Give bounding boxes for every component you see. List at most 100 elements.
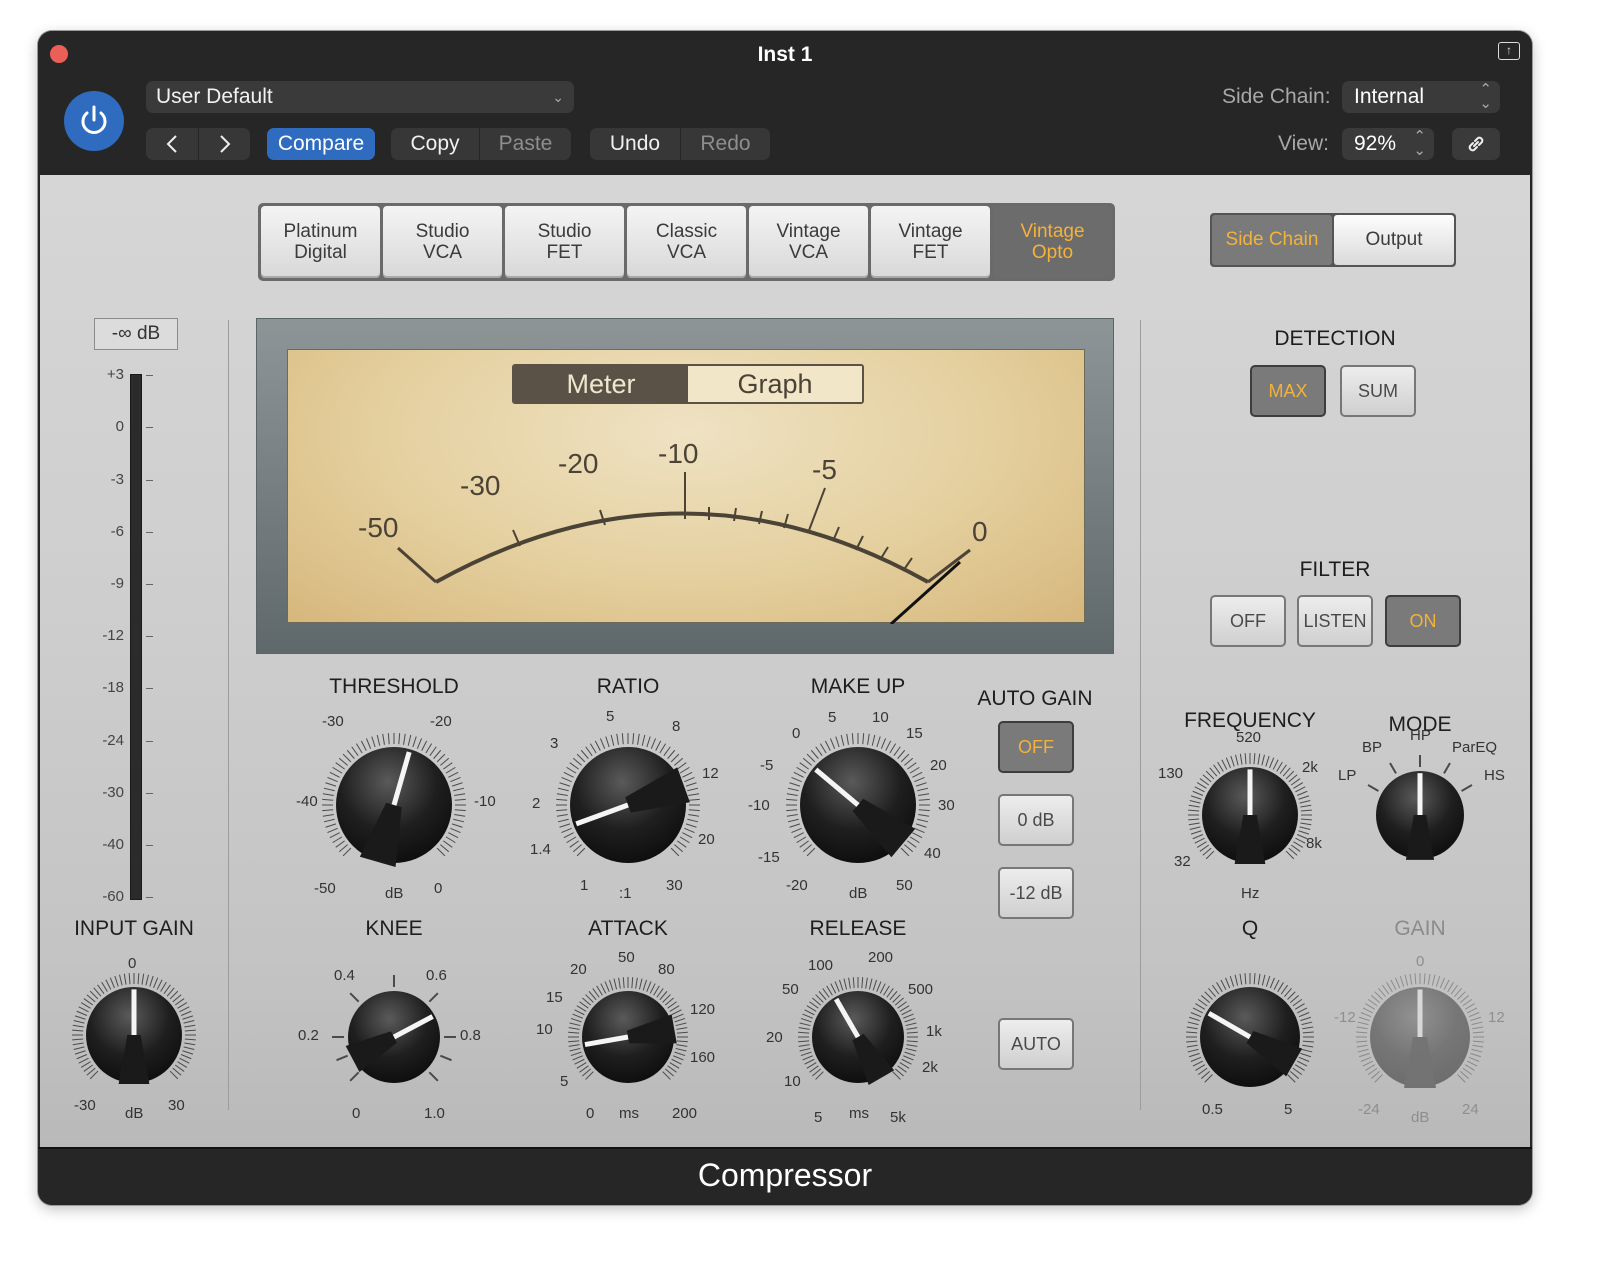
- auto-gain-off-button[interactable]: OFF: [998, 721, 1074, 773]
- knob-scale-tick: [429, 746, 437, 756]
- copy-button[interactable]: Copy: [391, 128, 479, 160]
- filter-listen-button[interactable]: LISTEN: [1297, 595, 1373, 647]
- knob-scale-tick: [918, 793, 930, 796]
- frequency-knob[interactable]: [1184, 749, 1316, 881]
- knob-scale-tick: [679, 766, 690, 774]
- knob-scale-tick: [868, 978, 873, 990]
- model-tab-studio-vca[interactable]: Studio VCA: [383, 206, 502, 278]
- sidechain-select[interactable]: Internal ⌃ ⌄: [1342, 81, 1500, 113]
- knob-tick-label: 10: [784, 1073, 801, 1090]
- knob-scale-tick: [327, 776, 338, 783]
- knob-scale-tick: [1457, 1074, 1466, 1083]
- redo-button[interactable]: Redo: [680, 128, 770, 160]
- knob-scale-tick: [1423, 973, 1426, 985]
- knob-scale-tick: [1390, 979, 1397, 991]
- knob-scale-tick: [1197, 1067, 1208, 1076]
- view-zoom-select[interactable]: 92% ⌃ ⌄: [1342, 128, 1434, 160]
- filter-on-button[interactable]: ON: [1385, 595, 1461, 647]
- input-gain-knob[interactable]: [68, 969, 200, 1101]
- knob-tick-label: 50: [782, 981, 799, 998]
- expand-icon[interactable]: ↑: [1498, 42, 1520, 60]
- knob-scale-tick: [342, 847, 352, 857]
- mode-knob[interactable]: [1358, 753, 1482, 877]
- model-tab-vintage-vca[interactable]: Vintage VCA: [749, 206, 868, 278]
- knob-scale-tick: [829, 738, 836, 749]
- sidechain-label: Side Chain:: [1222, 85, 1331, 108]
- make-up-knob[interactable]: [782, 729, 934, 881]
- auto-gain-0db-button[interactable]: 0 dB: [998, 794, 1074, 846]
- link-button[interactable]: [1452, 128, 1500, 160]
- detection-max-button[interactable]: MAX: [1250, 365, 1326, 417]
- knob-scale-tick: [671, 1009, 682, 1016]
- auto-release-button[interactable]: AUTO: [998, 1018, 1074, 1070]
- knob-scale-tick: [1367, 998, 1378, 1007]
- knob-scale-tick: [791, 776, 802, 783]
- preset-nav: [146, 128, 250, 160]
- knob-scale-tick: [109, 977, 115, 989]
- detection-label: DETECTION: [1274, 327, 1396, 350]
- detection-sum-button[interactable]: SUM: [1340, 365, 1416, 417]
- threshold-knob[interactable]: [318, 729, 470, 881]
- knob-scale-tick: [905, 1047, 917, 1052]
- window-title: Inst 1: [757, 43, 813, 66]
- model-tab-vintage-opto[interactable]: Vintage Opto: [993, 206, 1112, 278]
- knob-scale-tick: [826, 985, 833, 996]
- knob-scale-tick: [74, 1050, 86, 1055]
- knob-scale-tick: [613, 978, 618, 990]
- meter-scale-tick: [146, 375, 153, 376]
- vu-scale-label: -20: [558, 448, 599, 479]
- model-tab-classic-vca[interactable]: Classic VCA: [627, 206, 746, 278]
- model-tab-studio-fet[interactable]: Studio FET: [505, 206, 624, 278]
- previous-preset-button[interactable]: [146, 128, 198, 160]
- knob-scale-tick: [897, 1001, 907, 1009]
- knob-scale-tick: [1188, 804, 1200, 808]
- knob-scale-tick: [1220, 979, 1227, 991]
- knob-scale-tick: [559, 823, 571, 828]
- model-tab-platinum-digital[interactable]: Platinum Digital: [261, 206, 380, 278]
- ratio-knob[interactable]: [552, 729, 704, 881]
- knob-scale-tick: [332, 836, 343, 844]
- input-level-meter: [130, 374, 142, 900]
- knob-scale-tick: [901, 1058, 912, 1065]
- tab-output[interactable]: Output: [1334, 215, 1454, 265]
- power-button[interactable]: [64, 91, 124, 151]
- knob-tick-label: ParEQ: [1452, 739, 1498, 756]
- knob-scale-tick: [1239, 753, 1243, 765]
- auto-gain-minus12db-button[interactable]: -12 dB: [998, 867, 1074, 919]
- knob-scale-tick: [1201, 995, 1211, 1003]
- knob-scale-tick: [387, 733, 390, 745]
- knob-scale-tick: [1186, 1031, 1198, 1034]
- next-preset-button[interactable]: [198, 128, 250, 160]
- knob-scale-tick: [1374, 1074, 1383, 1083]
- knob-scale-tick: [1466, 1060, 1478, 1067]
- filter-off-button[interactable]: OFF: [1210, 595, 1286, 647]
- undo-button[interactable]: Undo: [590, 128, 680, 160]
- knob-scale-tick: [440, 757, 450, 766]
- release-knob[interactable]: [794, 973, 922, 1101]
- knob-scale-tick: [570, 1051, 582, 1057]
- tab-side-chain[interactable]: Side Chain: [1212, 215, 1332, 265]
- attack-knob[interactable]: [564, 973, 692, 1101]
- knob-tick-label: 15: [906, 725, 923, 742]
- knob-tick-label: 5: [1284, 1101, 1293, 1118]
- knob-scale-tick: [798, 1044, 810, 1047]
- preset-dropdown[interactable]: User Default ⌄: [146, 81, 574, 113]
- knob-scale-tick: [917, 787, 929, 792]
- knee-knob[interactable]: [330, 973, 458, 1101]
- gain-knob[interactable]: [1352, 969, 1488, 1105]
- model-tab-vintage-fet[interactable]: Vintage FET: [871, 206, 990, 278]
- meter-scale-tick: [146, 427, 153, 428]
- knob-scale-tick: [1253, 753, 1256, 765]
- vu-tick: [733, 507, 737, 522]
- knob-scale-tick: [568, 1044, 580, 1047]
- knob-scale-tick: [669, 1062, 680, 1069]
- knob-scale-tick: [322, 793, 334, 796]
- q-knob[interactable]: [1182, 969, 1318, 1105]
- compare-button[interactable]: Compare: [267, 128, 375, 160]
- knob-scale-tick: [1288, 847, 1298, 856]
- knob-tick-label: -5: [760, 757, 774, 774]
- paste-button[interactable]: Paste: [479, 128, 571, 160]
- knob-scale-tick: [641, 734, 646, 746]
- knob-scale-tick: [646, 981, 652, 992]
- knob-scale-tick: [561, 776, 572, 783]
